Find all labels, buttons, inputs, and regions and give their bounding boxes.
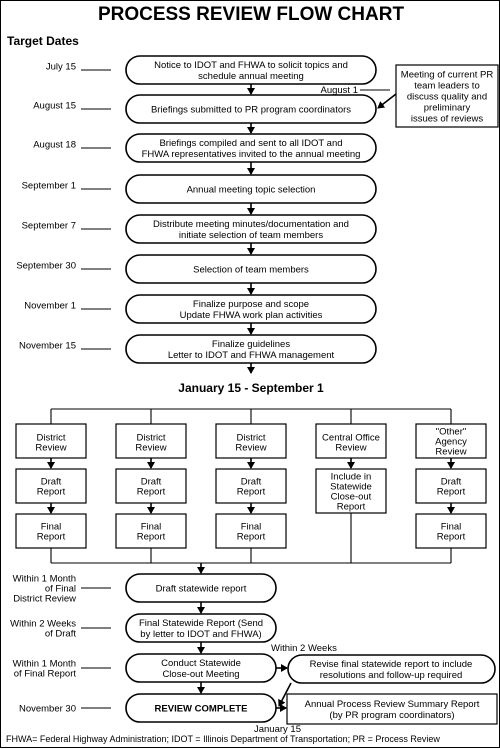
target-date-label: District Review <box>13 594 76 605</box>
draft-report-text: Report <box>237 487 266 498</box>
review-box-text: Review <box>335 443 366 454</box>
target-date-label: November 15 <box>19 341 76 352</box>
side-note-text: team leaders to <box>414 81 479 92</box>
target-date-label: of Final Report <box>14 669 77 680</box>
review-box-text: Review <box>435 447 466 458</box>
flow-chart: PROCESS REVIEW FLOW CHART Target Dates J… <box>6 4 499 744</box>
process-step-text: Update FHWA work plan activities <box>180 310 323 321</box>
revise-report-text: Revise final statewide report to include <box>310 659 473 670</box>
final-report-text: Report <box>37 532 66 543</box>
final-step-text: Final Statewide Report (Send <box>139 618 263 629</box>
final-report-text: Report <box>437 532 466 543</box>
target-date-label: September 30 <box>16 261 76 272</box>
review-box-text: Review <box>35 443 66 454</box>
target-date-label: August 18 <box>33 140 76 151</box>
process-step-text: schedule annual meeting <box>198 71 304 82</box>
review-box-text: Review <box>235 443 266 454</box>
chart-title: PROCESS REVIEW FLOW CHART <box>98 4 405 25</box>
process-step-text: Notice to IDOT and FHWA to solicit topic… <box>154 60 348 71</box>
process-step-text: Finalize purpose and scope <box>193 299 309 310</box>
revise-timing-label: Within 2 Weeks <box>271 643 337 654</box>
target-date-label: November 1 <box>24 301 76 312</box>
summary-report-text: (by PR program coordinators) <box>329 710 454 721</box>
side-note-text: discuss quality and <box>407 92 487 103</box>
draft-report-text: Report <box>137 487 166 498</box>
target-date-label: November 30 <box>19 704 76 715</box>
process-step-text: initiate selection of team members <box>179 230 323 241</box>
draft-report-text: Report <box>337 502 366 513</box>
revise-report-text: resolutions and follow-up required <box>320 670 463 681</box>
process-step-text: FHWA representatives invited to the annu… <box>142 149 361 160</box>
footnote: FHWA= Federal Highway Administration; ID… <box>6 734 440 744</box>
final-step-text: Conduct Statewide <box>161 658 241 669</box>
process-step-text: Letter to IDOT and FHWA management <box>168 350 335 361</box>
final-step-text: REVIEW COMPLETE <box>155 704 248 715</box>
final-step-text: Close-out Meeting <box>162 669 239 680</box>
target-date-label: September 7 <box>22 221 76 232</box>
final-report-text: Report <box>237 532 266 543</box>
process-step-text: Briefings compiled and sent to all IDOT … <box>159 138 342 149</box>
target-date-label: August 15 <box>33 101 76 112</box>
draft-report-text: Report <box>437 487 466 498</box>
target-dates-heading: Target Dates <box>7 34 79 48</box>
review-box-text: Review <box>135 443 166 454</box>
target-date-label: September 1 <box>22 181 76 192</box>
process-step-text: Finalize guidelines <box>212 339 290 350</box>
review-period-label: January 15 - September 1 <box>178 381 324 395</box>
final-step-text: by letter to IDOT and FHWA) <box>140 629 261 640</box>
summary-date-label: January 15 <box>254 724 301 735</box>
side-note-text: Meeting of current PR <box>401 70 494 81</box>
side-note-text: issues of reviews <box>411 114 484 125</box>
target-date-label: of Draft <box>45 629 77 640</box>
process-step-text: Briefings submitted to PR program coordi… <box>151 105 351 116</box>
final-report-text: Report <box>137 532 166 543</box>
draft-report-text: Report <box>37 487 66 498</box>
summary-report-text: Annual Process Review Summary Report <box>305 699 480 710</box>
side-note-arrow <box>377 93 397 109</box>
process-step-text: Selection of team members <box>193 265 309 276</box>
process-step-text: Distribute meeting minutes/documentation… <box>153 219 349 230</box>
final-step-text: Draft statewide report <box>156 584 247 595</box>
flow-chart-frame: PROCESS REVIEW FLOW CHART Target Dates J… <box>0 0 500 748</box>
side-note-text: preliminary <box>424 103 471 114</box>
process-step-text: Annual meeting topic selection <box>187 185 316 196</box>
target-date-label: July 15 <box>46 62 76 73</box>
side-note-date: August 1 <box>321 85 359 96</box>
